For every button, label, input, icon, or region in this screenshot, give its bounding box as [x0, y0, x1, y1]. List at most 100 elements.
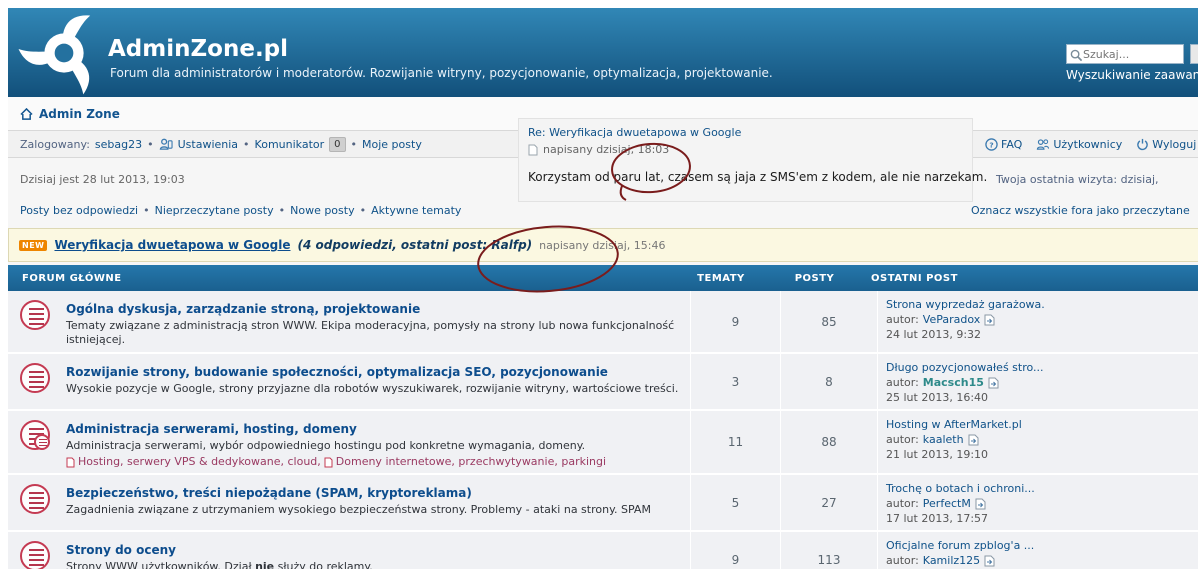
announcement-posted-meta: napisany dzisiaj, 15:46	[539, 239, 665, 252]
column-header-topics: TEMATY	[676, 273, 766, 284]
site-banner: AdminZone.pl Forum dla administratorów i…	[8, 8, 1198, 97]
category-title: FORUM GŁÓWNE	[8, 273, 676, 284]
goto-post-icon[interactable]	[984, 312, 995, 327]
subforum-page-icon	[66, 455, 75, 468]
global-announcement: NEW Weryfikacja dwuetapowa w Google (4 o…	[8, 228, 1198, 262]
forum-description: Strony WWW użytkowników. Dział nie służy…	[66, 560, 373, 569]
subforum-links: Hosting, serwery VPS & dedykowane, cloud…	[66, 455, 606, 468]
posts-count: 85	[780, 291, 877, 352]
lastpost-title-link[interactable]: Strona wyprzedaż garażowa.	[886, 298, 1045, 311]
forum-row: Bezpieczeństwo, treści niepożądane (SPAM…	[8, 475, 1198, 532]
last-visit-text: Twoja ostatnia wizyta: dzisiaj,	[996, 173, 1159, 186]
tooltip-topic-link[interactable]: Re: Weryfikacja dwuetapowa w Google	[528, 126, 963, 139]
lastpost-author-link[interactable]: PerfectM	[923, 496, 971, 511]
messenger-count-badge: 0	[329, 137, 345, 152]
quicklink-new[interactable]: Nowe posty	[290, 204, 355, 217]
subforum-link[interactable]: Domeny internetowe, przechwytywanie, par…	[336, 455, 606, 468]
lastpost-author-link[interactable]: VeParadox	[923, 312, 980, 327]
faq-link[interactable]: ? FAQ	[985, 137, 1022, 151]
topics-count: 9	[690, 532, 780, 569]
forum-icon	[20, 541, 54, 569]
forum-title-link[interactable]: Administracja serwerami, hosting, domeny	[66, 422, 357, 436]
username-link[interactable]: sebag23	[95, 138, 142, 151]
logout-link[interactable]: Wyloguj	[1136, 137, 1196, 151]
posts-count: 113	[780, 532, 877, 569]
goto-post-icon[interactable]	[984, 553, 995, 568]
my-posts-link[interactable]: Moje posty	[362, 138, 422, 151]
forum-row: Ogólna dyskusja, zarządzanie stroną, pro…	[8, 291, 1198, 354]
column-header-posts: POSTY	[766, 273, 863, 284]
lastpost-date: 25 lut 2013, 16:40	[886, 391, 988, 404]
forum-icon	[20, 363, 54, 397]
topics-count: 5	[690, 475, 780, 530]
breadcrumb-home-link[interactable]: Admin Zone	[20, 107, 120, 121]
forum-description: Administracja serwerami, wybór odpowiedn…	[66, 439, 606, 453]
logged-in-label: Zalogowany:	[20, 138, 90, 151]
lastpost-title-link[interactable]: Trochę o botach i ochroni...	[886, 482, 1035, 495]
quicklinks-row: Posty bez odpowiedzi • Nieprzeczytane po…	[8, 198, 1198, 228]
forum-icon	[20, 300, 54, 334]
lastpost-date: 24 lut 2013, 9:32	[886, 328, 981, 341]
tooltip-posted-meta: napisany dzisiaj, 18:03	[543, 143, 669, 156]
quicklink-unanswered[interactable]: Posty bez odpowiedzi	[20, 204, 138, 217]
users-link[interactable]: Użytkownicy	[1036, 137, 1122, 151]
announcement-replies-meta: (4 odpowiedzi, ostatni post: Ralfp)	[297, 238, 532, 252]
lastpost-date: 21 lut 2013, 19:10	[886, 448, 988, 461]
settings-link[interactable]: Ustawienia	[178, 138, 238, 151]
forum-row: Rozwijanie strony, budowanie społecznośc…	[8, 354, 1198, 411]
svg-text:?: ?	[989, 140, 993, 149]
forum-description: Zagadnienia związane z utrzymaniem wysok…	[66, 503, 651, 517]
forum-title-link[interactable]: Bezpieczeństwo, treści niepożądane (SPAM…	[66, 486, 472, 500]
site-tagline: Forum dla administratorów i moderatorów.…	[110, 66, 773, 80]
mark-forums-read-link[interactable]: Oznacz wszystkie fora jako przeczytane	[971, 204, 1190, 217]
forum-description: Tematy związane z administracją stron WW…	[66, 319, 682, 347]
tooltip-post-excerpt: Korzystam od paru lat, czasem są jaja z …	[528, 170, 963, 184]
lastpost-author-link[interactable]: Kamilz125	[923, 553, 980, 568]
search-icon	[1070, 45, 1083, 64]
users-icon	[1036, 137, 1050, 151]
topics-count: 11	[690, 411, 780, 473]
posts-count: 8	[780, 354, 877, 409]
goto-post-icon[interactable]	[988, 375, 999, 390]
forum-description: Wysokie pozycje w Google, strony przyjaz…	[66, 382, 678, 396]
search-box[interactable]	[1066, 44, 1184, 64]
quicklink-active[interactable]: Aktywne tematy	[371, 204, 461, 217]
forum-icon	[20, 484, 54, 518]
goto-post-icon[interactable]	[968, 432, 979, 447]
quicklink-unread[interactable]: Nieprzeczytane posty	[155, 204, 274, 217]
forum-title-link[interactable]: Ogólna dyskusja, zarządzanie stroną, pro…	[66, 302, 420, 316]
subforum-page-icon	[324, 455, 333, 468]
announcement-title-link[interactable]: Weryfikacja dwuetapowa w Google	[54, 238, 290, 252]
forum-row: Administracja serwerami, hosting, domeny…	[8, 411, 1198, 475]
site-title[interactable]: AdminZone.pl	[108, 36, 288, 62]
category-header-main: FORUM GŁÓWNE TEMATY POSTY OSTATNI POST	[8, 265, 1198, 291]
forum-row: Strony do oceny Strony WWW użytkowników.…	[8, 532, 1198, 569]
current-date-text: Dzisiaj jest 28 lut 2013, 19:03	[20, 173, 185, 186]
question-icon: ?	[985, 137, 998, 151]
subforum-link[interactable]: Hosting, serwery VPS & dedykowane, cloud…	[78, 455, 321, 468]
search-input[interactable]	[1083, 48, 1175, 61]
lastpost-title-link[interactable]: Oficjalne forum zpblog'a ...	[886, 539, 1034, 552]
lastpost-title-link[interactable]: Hosting w AfterMarket.pl	[886, 418, 1022, 431]
topics-count: 3	[690, 354, 780, 409]
forum-title-link[interactable]: Strony do oceny	[66, 543, 176, 557]
topic-preview-tooltip: Re: Weryfikacja dwuetapowa w Google napi…	[518, 118, 973, 202]
advanced-search-link[interactable]: Wyszukiwanie zaawansowane	[1066, 68, 1198, 82]
power-icon	[1136, 137, 1149, 151]
new-badge: NEW	[19, 240, 47, 251]
lastpost-date: 17 lut 2013, 17:57	[886, 512, 988, 525]
messenger-link[interactable]: Komunikator	[255, 138, 325, 151]
posts-count: 88	[780, 411, 877, 473]
goto-post-icon[interactable]	[975, 496, 986, 511]
profile-icon	[159, 137, 173, 151]
column-header-lastpost: OSTATNI POST	[863, 273, 958, 284]
home-icon	[20, 107, 33, 121]
topics-count: 9	[690, 291, 780, 352]
site-logo[interactable]	[14, 10, 114, 96]
forum-title-link[interactable]: Rozwijanie strony, budowanie społecznośc…	[66, 365, 608, 379]
lastpost-author-link[interactable]: Macsch15	[923, 375, 984, 390]
search-submit-button[interactable]	[1190, 44, 1198, 64]
lastpost-title-link[interactable]: Długo pozycjonowałeś stro...	[886, 361, 1044, 374]
lastpost-author-link[interactable]: kaaleth	[923, 432, 964, 447]
posts-count: 27	[780, 475, 877, 530]
